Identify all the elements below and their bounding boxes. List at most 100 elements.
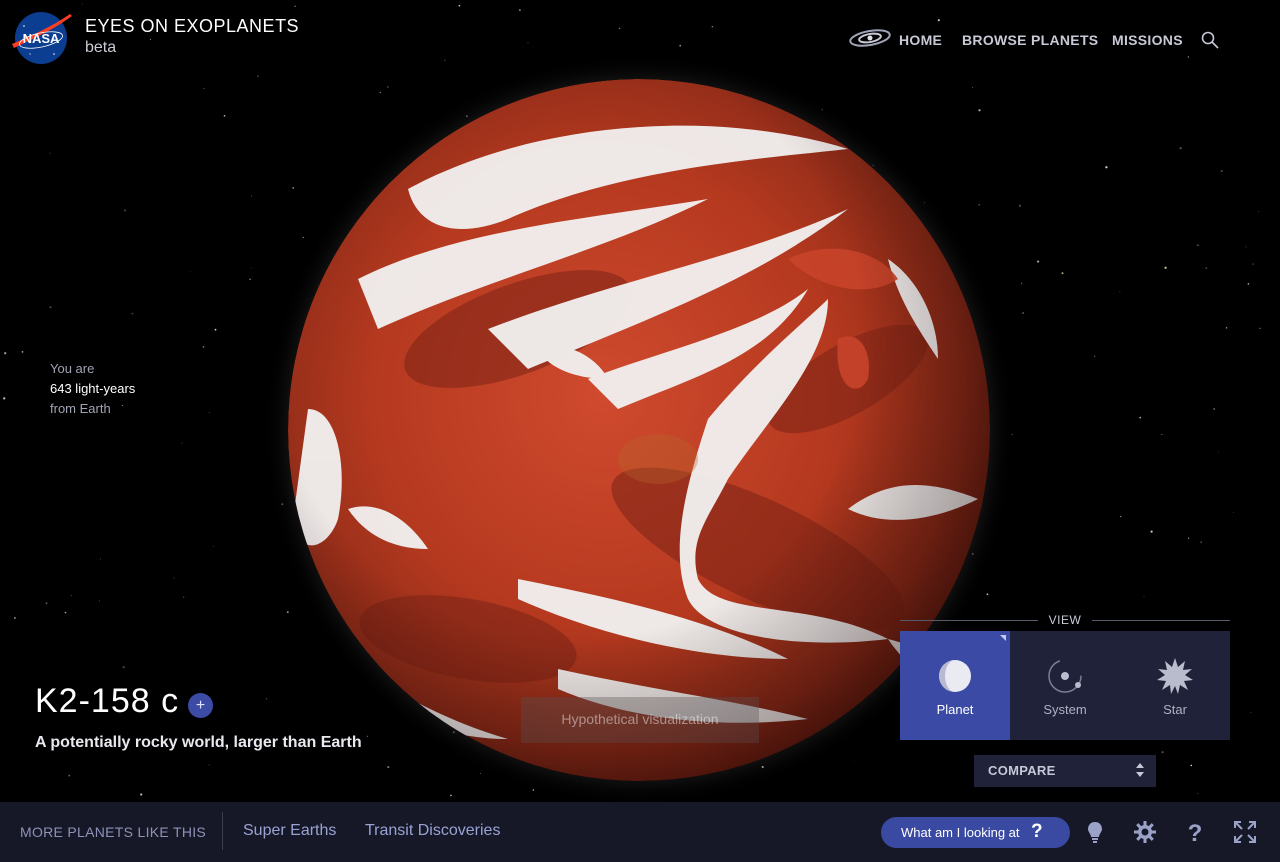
star-dot: [1061, 272, 1064, 275]
star-dot: [1233, 512, 1234, 513]
compare-select[interactable]: COMPARE: [974, 755, 1156, 787]
what-label: What am I looking at: [901, 825, 1020, 840]
star-dot: [937, 19, 940, 22]
star-dot: [1120, 515, 1122, 518]
star-dot: [209, 412, 211, 413]
star-dot: [1094, 355, 1096, 358]
planet-icon: [939, 660, 971, 692]
star-dot: [1021, 282, 1023, 284]
star-dot: [872, 164, 874, 167]
active-corner-marker: [1000, 635, 1006, 641]
system-icon: [1048, 659, 1082, 693]
planet-description: A potentially rocky world, larger than E…: [35, 734, 362, 751]
nav-missions[interactable]: MISSIONS: [1112, 32, 1183, 48]
galaxy-icon[interactable]: [848, 27, 892, 49]
star-dot: [1250, 712, 1252, 713]
hypothetical-label: Hypothetical visualization: [521, 697, 759, 743]
nav-home[interactable]: HOME: [899, 32, 942, 48]
question-icon: ?: [1031, 821, 1043, 842]
star-dot: [286, 611, 289, 614]
star-dot: [379, 91, 381, 94]
planet-name: K2-158 c: [35, 682, 180, 720]
star-dot: [123, 209, 127, 212]
star-dot: [131, 312, 134, 315]
star-dot: [98, 600, 101, 602]
select-arrows-icon: [1136, 763, 1144, 777]
star-dot: [1139, 416, 1142, 419]
star-dot: [761, 765, 764, 769]
star-dot: [190, 270, 191, 272]
star-dot: [1217, 451, 1219, 453]
nav-browse-planets[interactable]: BROWSE PLANETS: [962, 32, 1098, 48]
star-dot: [1205, 267, 1208, 269]
star-dot: [853, 761, 855, 763]
view-planet-label: Planet: [936, 702, 974, 717]
star-dot: [711, 26, 713, 28]
star-dot: [302, 236, 304, 239]
star-dot: [978, 203, 981, 206]
link-transit-discoveries[interactable]: Transit Discoveries: [365, 822, 500, 840]
view-star-label: Star: [1163, 702, 1187, 717]
star-dot: [214, 328, 217, 331]
add-planet-button[interactable]: +: [188, 693, 213, 718]
star-dot: [292, 187, 295, 189]
settings-icon[interactable]: [1133, 820, 1157, 844]
nasa-logo[interactable]: NASA: [10, 10, 74, 66]
star-dot: [1245, 246, 1247, 248]
star-dot: [4, 352, 7, 355]
star-dot: [21, 351, 24, 353]
star-dot: [1161, 751, 1164, 754]
star-dot: [387, 766, 390, 769]
star-dot: [1197, 793, 1198, 794]
star-dot: [1179, 147, 1182, 150]
star-dot: [519, 9, 521, 11]
app-title: EYES ON EXOPLANETS: [85, 16, 300, 36]
star-dot: [450, 794, 452, 797]
star-dot: [1258, 211, 1259, 213]
star-dot: [14, 617, 16, 619]
view-star-button[interactable]: Star: [1120, 631, 1230, 740]
star-dot: [444, 59, 446, 61]
star-dot: [1225, 327, 1228, 329]
star-dot: [1200, 541, 1203, 544]
star-dot: [1213, 408, 1216, 410]
star-dot: [924, 202, 925, 204]
star-dot: [532, 789, 535, 791]
star-dot: [122, 666, 125, 669]
star-dot: [821, 109, 823, 111]
view-header: VIEW: [900, 611, 1230, 629]
view-system-label: System: [1043, 702, 1087, 717]
star-dot: [249, 278, 251, 280]
planet-visualization[interactable]: [288, 79, 990, 781]
star-dot: [294, 5, 296, 7]
what-am-i-looking-at-button[interactable]: What am I looking at ?: [881, 817, 1070, 848]
view-panel: Planet System Star: [900, 631, 1230, 740]
star-dot: [250, 267, 252, 269]
help-icon[interactable]: ?: [1183, 820, 1207, 844]
star-dot: [173, 577, 175, 579]
distance-line3: from Earth: [50, 401, 111, 416]
view-system-button[interactable]: System: [1010, 631, 1120, 740]
view-label: VIEW: [1048, 613, 1082, 627]
star-dot: [1143, 596, 1145, 598]
compare-label: COMPARE: [988, 763, 1056, 778]
star-dot: [1164, 266, 1167, 269]
logo-text: NASA: [23, 31, 60, 46]
star-dot: [202, 346, 205, 348]
star-dot: [1259, 327, 1261, 329]
star-dot: [1188, 537, 1190, 539]
star-dot: [208, 764, 210, 766]
star-dot: [618, 27, 621, 30]
star-icon: [1157, 658, 1193, 694]
fullscreen-icon[interactable]: [1233, 820, 1257, 844]
star-dot: [49, 306, 52, 309]
star-dot: [458, 4, 461, 7]
lightbulb-icon[interactable]: [1083, 820, 1107, 844]
link-super-earths[interactable]: Super Earths: [243, 822, 336, 840]
star-dot: [480, 772, 482, 774]
star-dot: [266, 698, 268, 700]
star-dot: [971, 87, 973, 89]
star-dot: [453, 731, 455, 733]
view-planet-button[interactable]: Planet: [900, 631, 1010, 740]
search-icon[interactable]: [1200, 30, 1220, 50]
